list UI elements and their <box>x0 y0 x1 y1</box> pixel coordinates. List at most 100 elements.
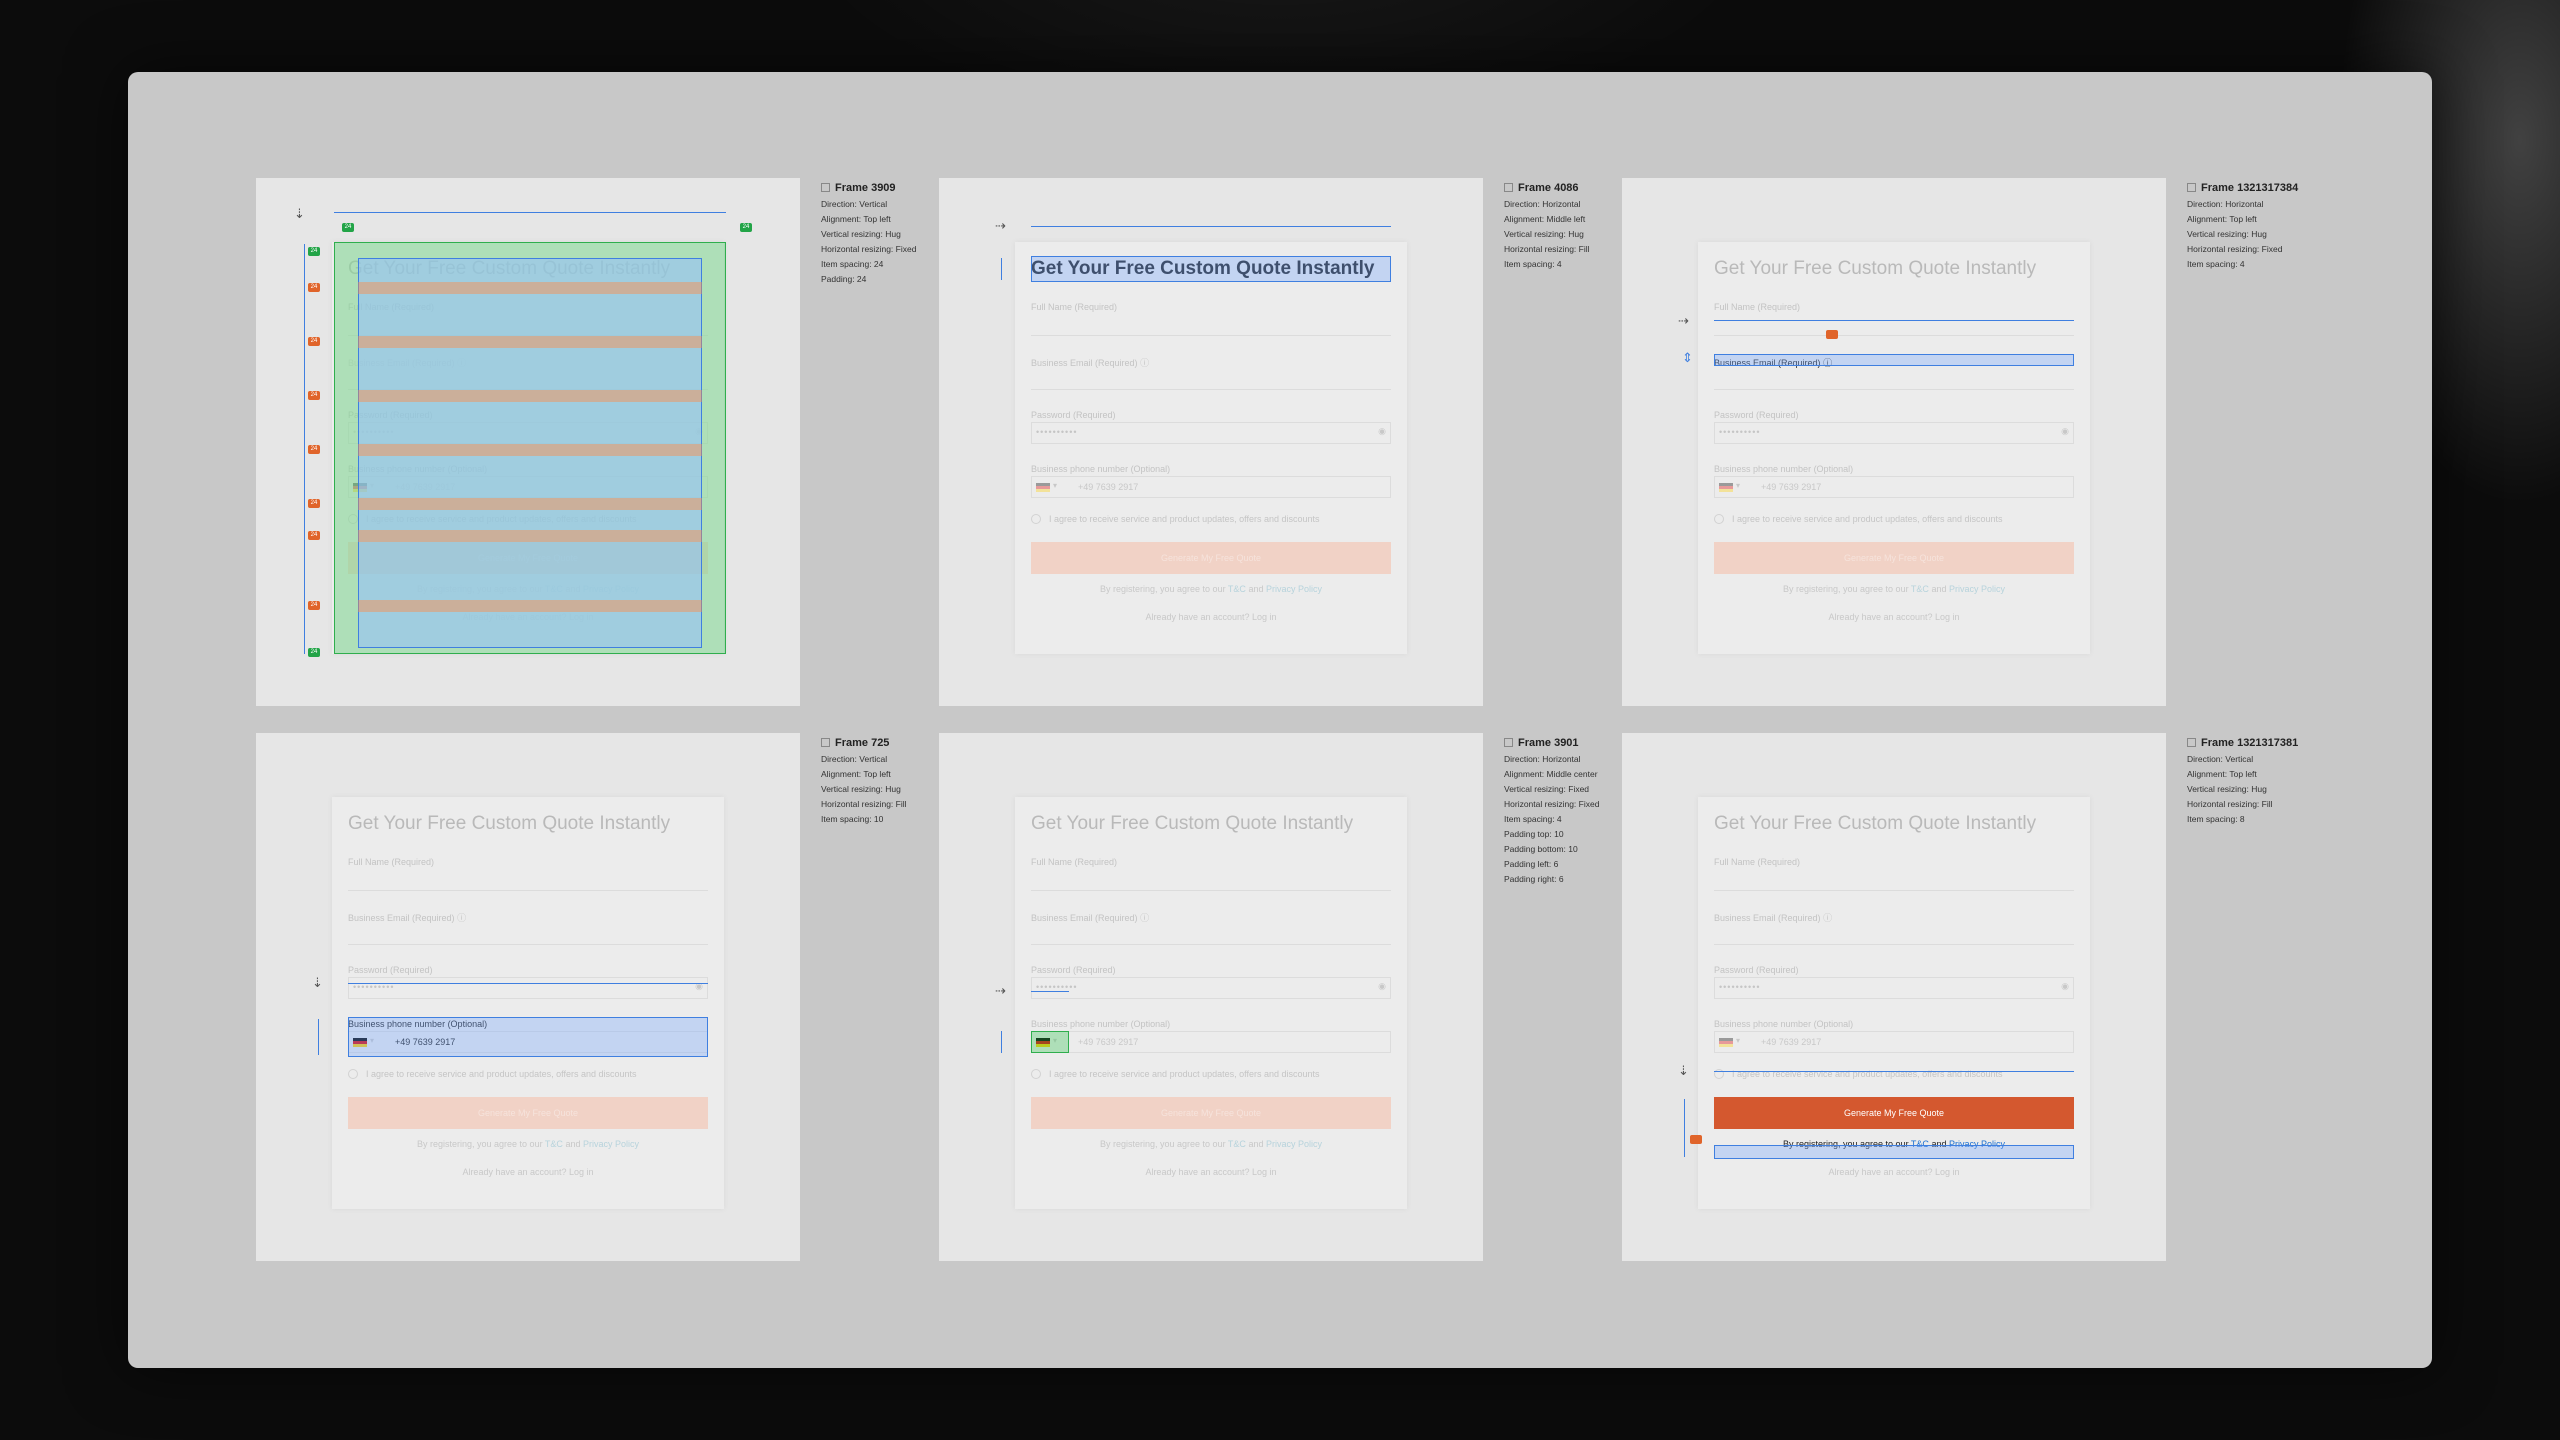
privacy-policy-link[interactable]: Privacy Policy <box>583 584 639 594</box>
phone-field[interactable]: ▾ +49 7639 2917 <box>348 1031 708 1053</box>
quote-form-card: Get Your Free Custom Quote Instantly Ful… <box>1698 242 2090 654</box>
privacy-policy-link[interactable]: Privacy Policy <box>1266 584 1322 594</box>
login-link[interactable]: Log in <box>569 1167 594 1177</box>
generate-quote-button[interactable]: Generate My Free Quote <box>348 1097 708 1129</box>
full-name-field[interactable] <box>1714 869 2074 891</box>
password-label: Password (Required) <box>348 965 433 975</box>
frame-panel-6[interactable]: Get Your Free Custom Quote Instantly Ful… <box>1622 733 2298 1261</box>
frame-panel-3[interactable]: Get Your Free Custom Quote Instantly Ful… <box>1622 178 2298 706</box>
chevron-down-icon[interactable]: ▾ <box>370 481 374 490</box>
password-field[interactable]: •••••••••• ◉ <box>348 422 708 444</box>
email-field[interactable] <box>1031 368 1391 390</box>
consent-checkbox[interactable] <box>348 514 358 524</box>
padding-badge: 24 <box>740 223 752 232</box>
consent-checkbox[interactable] <box>1031 1069 1041 1079</box>
generate-quote-button[interactable]: Generate My Free Quote <box>1031 542 1391 574</box>
login-prompt: Already have an account? Log in <box>462 1167 594 1177</box>
email-field[interactable] <box>348 368 708 390</box>
privacy-policy-link[interactable]: Privacy Policy <box>1949 1139 2005 1149</box>
privacy-policy-link[interactable]: Privacy Policy <box>1949 584 2005 594</box>
frame-panel-1[interactable]: Get Your Free Custom Quote Instantly Ful… <box>256 178 916 706</box>
gap-badge: 24 <box>308 499 320 508</box>
vertical-direction-icon: ⇕ <box>1682 350 1693 365</box>
eye-icon[interactable]: ◉ <box>695 981 703 992</box>
phone-field[interactable]: ▾ +49 7639 2917 <box>1714 1031 2074 1053</box>
gap-badge: 24 <box>308 531 320 540</box>
full-name-label: Full Name (Required) <box>1031 302 1118 312</box>
password-field[interactable]: •••••••••• ◉ <box>1031 422 1391 444</box>
consent-checkbox[interactable] <box>1031 514 1041 524</box>
consent-checkbox[interactable] <box>1714 1069 1724 1079</box>
frame-property: Item spacing: 4 <box>2187 259 2245 269</box>
login-link[interactable]: Log in <box>569 612 594 622</box>
frame-property: Direction: Horizontal <box>2187 199 2264 209</box>
eye-icon[interactable]: ◉ <box>2061 981 2069 992</box>
tc-link[interactable]: T&C <box>545 584 563 594</box>
password-field[interactable]: •••••••••• ◉ <box>1714 422 2074 444</box>
phone-label: Business phone number (Optional) <box>1714 464 1854 474</box>
login-link[interactable]: Log in <box>1935 1167 1960 1177</box>
frame-property: Vertical resizing: Hug <box>2187 784 2267 794</box>
login-link[interactable]: Log in <box>1252 1167 1277 1177</box>
germany-flag-icon[interactable] <box>353 1038 367 1047</box>
email-field[interactable] <box>1714 923 2074 945</box>
canvas-board: Get Your Free Custom Quote Instantly Ful… <box>128 72 2432 1368</box>
germany-flag-icon[interactable] <box>1719 1038 1733 1047</box>
frame-property: Alignment: Top left <box>2187 769 2257 779</box>
chevron-down-icon[interactable]: ▾ <box>1736 1036 1740 1045</box>
germany-flag-icon[interactable] <box>1719 483 1733 492</box>
germany-flag-icon[interactable] <box>1036 1038 1050 1047</box>
full-name-field[interactable] <box>1714 314 2074 336</box>
password-value: •••••••••• <box>1719 982 1761 992</box>
height-guide <box>1001 1031 1002 1053</box>
privacy-policy-link[interactable]: Privacy Policy <box>1266 1139 1322 1149</box>
generate-quote-button[interactable]: Generate My Free Quote <box>1714 1097 2074 1129</box>
consent-checkbox[interactable] <box>1714 514 1724 524</box>
tc-link[interactable]: T&C <box>1911 1139 1929 1149</box>
full-name-field[interactable] <box>1031 314 1391 336</box>
full-name-field[interactable] <box>1031 869 1391 891</box>
phone-field[interactable]: ▾ +49 7639 2917 <box>1031 476 1391 498</box>
frame-panel-5[interactable]: Get Your Free Custom Quote Instantly Ful… <box>939 733 1599 1261</box>
password-label: Password (Required) <box>1714 410 1799 420</box>
password-field[interactable]: •••••••••• ◉ <box>1714 977 2074 999</box>
tc-link[interactable]: T&C <box>545 1139 563 1149</box>
password-field[interactable]: •••••••••• ◉ <box>348 977 708 999</box>
form-title: Get Your Free Custom Quote Instantly <box>1714 813 2037 834</box>
frame-panel-2[interactable]: Get Your Free Custom Quote Instantly Ful… <box>939 178 1590 706</box>
chevron-down-icon[interactable]: ▾ <box>1053 1036 1057 1045</box>
login-link[interactable]: Log in <box>1252 612 1277 622</box>
chevron-down-icon[interactable]: ▾ <box>370 1036 374 1045</box>
privacy-policy-link[interactable]: Privacy Policy <box>583 1139 639 1149</box>
tc-link[interactable]: T&C <box>1228 1139 1246 1149</box>
eye-icon[interactable]: ◉ <box>2061 426 2069 437</box>
login-prompt: Already have an account? Log in <box>462 612 594 622</box>
eye-icon[interactable]: ◉ <box>1378 426 1386 437</box>
email-field[interactable] <box>1031 923 1391 945</box>
germany-flag-icon[interactable] <box>353 483 367 492</box>
chevron-down-icon[interactable]: ▾ <box>1736 481 1740 490</box>
width-guide <box>334 212 726 213</box>
eye-icon[interactable]: ◉ <box>1378 981 1386 992</box>
consent-checkbox[interactable] <box>348 1069 358 1079</box>
info-icon: ⓘ <box>1140 358 1150 368</box>
eye-icon[interactable]: ◉ <box>695 426 703 437</box>
tc-link[interactable]: T&C <box>1911 584 1929 594</box>
form-title: Get Your Free Custom Quote Instantly <box>1031 813 1354 834</box>
phone-field[interactable]: ▾ +49 7639 2917 <box>1714 476 2074 498</box>
email-field[interactable] <box>348 923 708 945</box>
germany-flag-icon[interactable] <box>1036 483 1050 492</box>
phone-field[interactable]: ▾ +49 7639 2917 <box>348 476 708 498</box>
generate-quote-button[interactable]: Generate My Free Quote <box>348 542 708 574</box>
email-field[interactable] <box>1714 368 2074 390</box>
tc-link[interactable]: T&C <box>1228 584 1246 594</box>
phone-field[interactable]: ▾ +49 7639 2917 <box>1031 1031 1391 1053</box>
frame-panel-4[interactable]: Get Your Free Custom Quote Instantly Ful… <box>256 733 907 1261</box>
generate-quote-button[interactable]: Generate My Free Quote <box>1714 542 2074 574</box>
generate-quote-button[interactable]: Generate My Free Quote <box>1031 1097 1391 1129</box>
full-name-field[interactable] <box>348 314 708 336</box>
full-name-field[interactable] <box>348 869 708 891</box>
password-field[interactable]: •••••••••• ◉ <box>1031 977 1391 999</box>
login-link[interactable]: Log in <box>1935 612 1960 622</box>
chevron-down-icon[interactable]: ▾ <box>1053 481 1057 490</box>
